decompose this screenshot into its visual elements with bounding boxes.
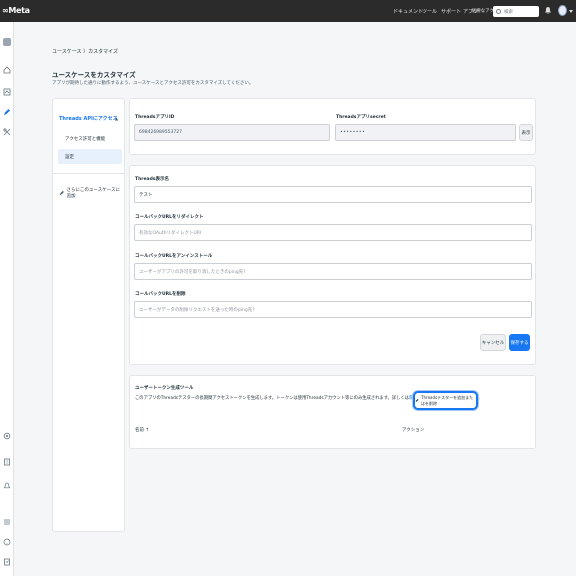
app-secret-field[interactable]: •••••••• — [335, 124, 516, 141]
sidebar-section-threads-api[interactable]: Threads APIにアクセス — [59, 115, 118, 122]
menu-icon[interactable] — [3, 518, 11, 526]
breadcrumb[interactable]: ユースケース 〉カスタマイズ — [52, 48, 118, 55]
chevron-up-icon[interactable]: ▲ — [115, 116, 118, 121]
left-rail — [0, 22, 14, 576]
show-secret-button[interactable]: 表示 — [519, 124, 533, 141]
pencil-icon — [59, 190, 64, 196]
token-generator-card: ユーザートークン生成ツール このアプリのThreadsテスターの長期間アクセスト… — [129, 375, 536, 449]
column-header-action: アクション — [402, 428, 425, 433]
app-id-label: ThreadsアプリID — [135, 115, 175, 120]
pencil-icon[interactable] — [3, 108, 11, 116]
divider — [53, 173, 124, 174]
uninstall-callback-field[interactable]: ユーザーがアプリの許可を取り消したときのping先? — [134, 263, 532, 280]
credentials-card: ThreadsアプリID 698426989553727 Threadsアプリs… — [129, 98, 536, 155]
app-icon[interactable] — [3, 38, 11, 46]
roles-icon[interactable] — [3, 458, 11, 466]
token-desc-text: このアプリのThreadsテスターの長期間アクセストークンを生成します。トークン… — [135, 396, 410, 401]
redirect-callback-field[interactable]: 有効なOAuthリダイレクトURI — [134, 224, 532, 241]
nav-tools[interactable]: ツール — [422, 8, 437, 15]
add-to-usecase-label: さらにこのユースケースに追加 — [66, 188, 120, 199]
settings-card: Threads表示名 テスト コールバックURLをリダイレクト 有効なOAuth… — [129, 165, 536, 365]
dashboard-icon[interactable] — [3, 88, 11, 96]
top-bar: ∞Meta ドキュメント ツール サポート アプリ 必要なアクション 検索 — [0, 0, 576, 22]
nav-docs[interactable]: ドキュメント — [393, 8, 423, 15]
search-icon — [496, 9, 501, 14]
sidebar-item-permissions[interactable]: アクセス許可と機能 — [65, 136, 105, 142]
redirect-callback-label: コールバックURLをリダイレクト — [135, 215, 204, 220]
settings-icon[interactable] — [3, 432, 11, 440]
app-secret-label: Threadsアプリsecret — [336, 115, 386, 120]
bell-icon[interactable] — [545, 7, 551, 14]
add-tester-button[interactable]: Threadsテスターを追加またはを削除 — [413, 391, 478, 410]
token-generator-title: ユーザートークン生成ツール — [135, 386, 194, 391]
delete-callback-field[interactable]: ユーザーがデータの削除リクエストを送った時のping先? — [134, 301, 532, 318]
save-button[interactable]: 保存する — [509, 334, 530, 351]
display-name-label: Threads表示名 — [135, 177, 169, 182]
chevron-down-icon[interactable] — [569, 10, 573, 13]
report-icon[interactable] — [3, 558, 11, 566]
meta-logo[interactable]: ∞Meta — [2, 6, 30, 15]
display-name-field[interactable]: テスト — [134, 186, 532, 203]
pencil-icon — [415, 398, 419, 403]
column-header-name[interactable]: 名前 ↑ — [135, 427, 149, 433]
add-to-usecase-link[interactable]: さらにこのユースケースに追加 — [59, 187, 124, 199]
app-id-field[interactable]: 698426989553727 — [134, 124, 330, 141]
avatar[interactable] — [558, 5, 567, 16]
page-title: ユースケースをカスタマイズ — [52, 71, 136, 79]
nav-support[interactable]: サポート — [441, 8, 461, 15]
alert-icon[interactable] — [3, 482, 11, 490]
home-icon[interactable] — [3, 66, 11, 74]
delete-callback-label: コールバックURLを削除 — [135, 292, 186, 297]
cancel-button[interactable]: キャンセル — [480, 334, 506, 351]
page-subtitle: アプリが期待した通りに動作するよう、ユースケースとアクセス許可をカスタマイズして… — [52, 81, 254, 86]
tools-icon[interactable] — [3, 128, 11, 136]
add-tester-label: Threadsテスターを追加またはを削除 — [421, 394, 474, 406]
help-icon[interactable] — [3, 538, 11, 546]
usecase-sidebar: Threads APIにアクセス ▲ アクセス許可と機能 設定 さらにこのユース… — [52, 98, 125, 532]
sidebar-item-settings[interactable]: 設定 — [58, 149, 122, 164]
uninstall-callback-label: コールバックURLをアンインストール — [135, 254, 213, 259]
search-placeholder: 検索 — [504, 9, 513, 15]
search-input[interactable]: 検索 — [493, 6, 539, 17]
